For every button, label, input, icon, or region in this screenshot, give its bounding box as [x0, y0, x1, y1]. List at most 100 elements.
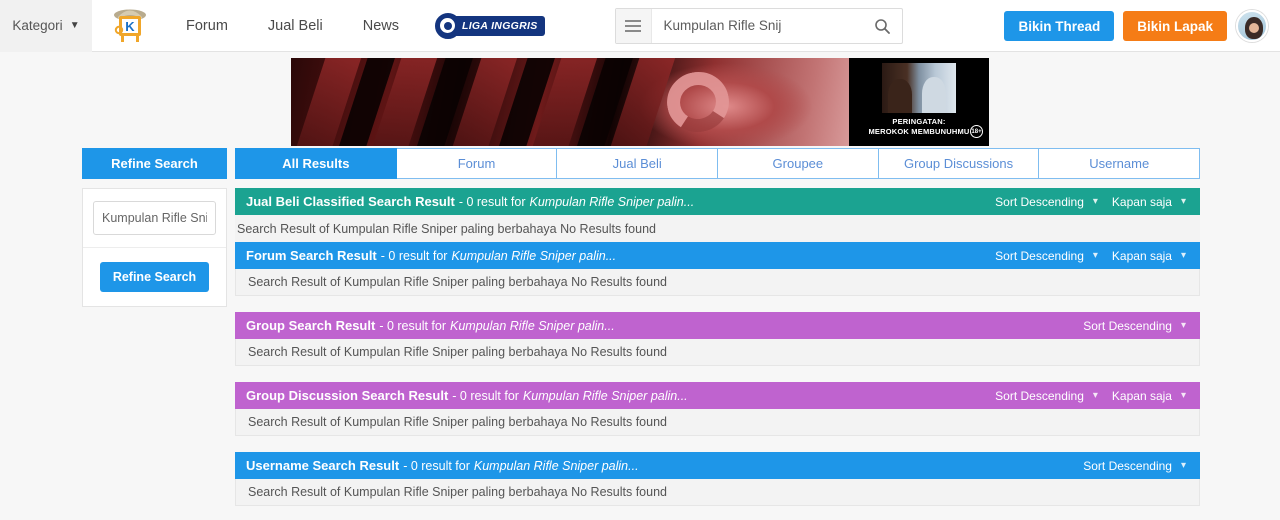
result-block-forum: Forum Search Result - 0 result for Kumpu… — [235, 242, 1200, 296]
sort-label: Sort Descending — [995, 388, 1084, 403]
tab-username[interactable]: Username — [1039, 148, 1201, 179]
bikin-lapak-button[interactable]: Bikin Lapak — [1123, 11, 1227, 41]
banner-ad-row: PERINGATAN: MEROKOK MEMBUNUHMU 18+ — [0, 52, 1280, 148]
sort-dropdown[interactable]: Sort Descending ▾ — [995, 389, 1098, 403]
kaskus-logo-icon[interactable]: K — [104, 4, 156, 48]
body-row: Refine Search Jual Beli Classified Searc… — [0, 188, 1280, 506]
tab-group-discussions[interactable]: Group Discussions — [878, 148, 1040, 179]
search-icon — [874, 18, 890, 34]
caret-down-icon: ▾ — [1092, 250, 1098, 261]
tab-groupee[interactable]: Groupee — [718, 148, 879, 179]
nav-item-jual-beli[interactable]: Jual Beli — [248, 0, 343, 52]
sort-dropdown[interactable]: Sort Descending ▾ — [1083, 459, 1186, 473]
tab-forum[interactable]: Forum — [396, 148, 558, 179]
site-header: Kategori ▼ K Forum Jual Beli News LIGA I… — [0, 0, 1280, 52]
liga-shield-icon — [434, 12, 461, 39]
result-title: Jual Beli Classified Search Result — [246, 194, 455, 209]
result-query: Kumpulan Rifle Sniper palin... — [473, 458, 639, 473]
warning-photo-icon — [882, 63, 956, 113]
user-avatar[interactable] — [1236, 10, 1268, 42]
liga-badge-label: LIGA INGGRIS — [452, 15, 545, 36]
result-block-username: Username Search Result - 0 result for Ku… — [235, 452, 1200, 506]
refine-search-tab[interactable]: Refine Search — [82, 148, 227, 179]
header-actions: Bikin Thread Bikin Lapak — [1004, 0, 1268, 52]
result-block-group-discussion: Group Discussion Search Result - 0 resul… — [235, 382, 1200, 436]
result-count: - 0 result for — [452, 388, 519, 403]
result-empty-message: Search Result of Kumpulan Rifle Sniper p… — [235, 269, 1200, 296]
result-empty-message: Search Result of Kumpulan Rifle Sniper p… — [235, 339, 1200, 366]
caret-down-icon: ▾ — [1180, 250, 1186, 261]
result-query: Kumpulan Rifle Sniper palin... — [450, 318, 615, 333]
warning-line-1: PERINGATAN: — [892, 117, 946, 126]
result-empty-message: Search Result of Kumpulan Rifle Sniper p… — [235, 215, 1200, 242]
age-restriction-icon: 18+ — [970, 125, 983, 138]
search-input[interactable] — [651, 9, 862, 42]
primary-nav: Forum Jual Beli News — [166, 0, 419, 52]
tab-jual-beli[interactable]: Jual Beli — [557, 148, 719, 179]
caret-down-icon: ▾ — [1180, 460, 1186, 471]
hamburger-menu-icon[interactable] — [615, 8, 652, 43]
search-bar — [614, 7, 903, 44]
result-bar: Forum Search Result - 0 result for Kumpu… — [235, 242, 1200, 269]
tabs-row: Refine Search All Results Forum Jual Bel… — [0, 148, 1280, 179]
result-block-group: Group Search Result - 0 result for Kumpu… — [235, 312, 1200, 366]
result-bar: Group Search Result - 0 result for Kumpu… — [235, 312, 1200, 339]
time-filter-dropdown[interactable]: Kapan saja ▾ — [1112, 249, 1186, 263]
sort-dropdown[interactable]: Sort Descending ▾ — [1083, 319, 1186, 333]
refine-search-panel: Refine Search — [82, 188, 227, 307]
result-title: Forum Search Result — [246, 248, 377, 263]
time-label: Kapan saja — [1111, 388, 1172, 403]
warning-line-2: MEROKOK MEMBUNUHMU — [868, 127, 970, 137]
result-title: Group Search Result — [246, 318, 376, 333]
result-query: Kumpulan Rifle Sniper palin... — [451, 248, 617, 263]
refine-search-button[interactable]: Refine Search — [99, 262, 210, 292]
result-query: Kumpulan Rifle Sniper palin... — [529, 194, 695, 209]
result-count: - 0 result for — [403, 458, 470, 473]
svg-text:K: K — [125, 19, 135, 34]
result-bar: Group Discussion Search Result - 0 resul… — [235, 382, 1200, 409]
caret-down-icon: ▾ — [1092, 390, 1098, 401]
sort-label: Sort Descending — [1083, 318, 1172, 333]
liga-inggris-badge[interactable]: LIGA INGGRIS — [434, 12, 545, 39]
sort-label: Sort Descending — [995, 248, 1084, 263]
kategori-label: Kategori — [12, 18, 63, 33]
tab-all-results[interactable]: All Results — [235, 148, 397, 179]
sort-dropdown[interactable]: Sort Descending ▾ — [995, 195, 1098, 209]
search-button[interactable] — [862, 9, 902, 43]
time-label: Kapan saja — [1111, 248, 1172, 263]
banner-ad[interactable]: PERINGATAN: MEROKOK MEMBUNUHMU 18+ — [291, 58, 989, 146]
sort-label: Sort Descending — [995, 194, 1084, 209]
chevron-down-icon: ▼ — [69, 19, 80, 31]
result-bar: Jual Beli Classified Search Result - 0 r… — [235, 188, 1200, 215]
kategori-dropdown[interactable]: Kategori ▼ — [0, 0, 92, 52]
sort-label: Sort Descending — [1083, 458, 1172, 473]
search-result-tabs: All Results Forum Jual Beli Groupee Grou… — [235, 148, 1201, 179]
time-filter-dropdown[interactable]: Kapan saja ▾ — [1112, 195, 1186, 209]
page-content: Refine Search All Results Forum Jual Bel… — [0, 148, 1280, 506]
result-empty-message: Search Result of Kumpulan Rifle Sniper p… — [235, 479, 1200, 506]
caret-down-icon: ▾ — [1180, 196, 1186, 207]
result-count: - 0 result for — [379, 318, 446, 333]
result-query: Kumpulan Rifle Sniper palin... — [522, 388, 688, 403]
result-title: Group Discussion Search Result — [246, 388, 449, 403]
sort-dropdown[interactable]: Sort Descending ▾ — [995, 249, 1098, 263]
search-results-list: Jual Beli Classified Search Result - 0 r… — [235, 188, 1200, 506]
result-bar: Username Search Result - 0 result for Ku… — [235, 452, 1200, 479]
nav-item-news[interactable]: News — [343, 0, 419, 52]
result-empty-message: Search Result of Kumpulan Rifle Sniper p… — [235, 409, 1200, 436]
time-label: Kapan saja — [1111, 194, 1172, 209]
nav-item-forum[interactable]: Forum — [166, 0, 248, 52]
caret-down-icon: ▾ — [1180, 390, 1186, 401]
banner-ad-image — [291, 58, 849, 146]
result-count: - 0 result for — [458, 194, 526, 209]
caret-down-icon: ▾ — [1180, 320, 1186, 331]
time-filter-dropdown[interactable]: Kapan saja ▾ — [1112, 389, 1186, 403]
bikin-thread-button[interactable]: Bikin Thread — [1004, 11, 1115, 41]
result-title: Username Search Result — [246, 458, 400, 473]
refine-search-input[interactable] — [93, 201, 216, 235]
result-block-jual-beli: Jual Beli Classified Search Result - 0 r… — [235, 188, 1200, 242]
caret-down-icon: ▾ — [1092, 196, 1098, 207]
